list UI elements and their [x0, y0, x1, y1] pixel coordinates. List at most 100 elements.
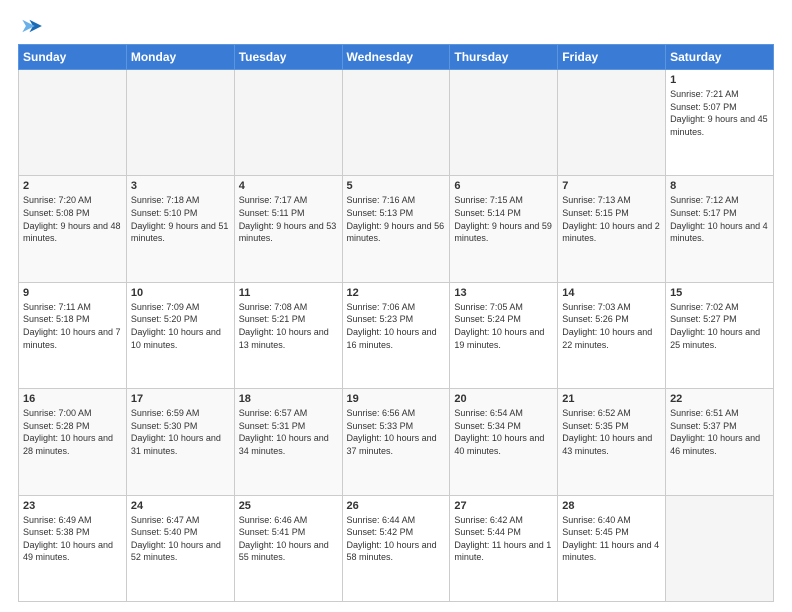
calendar-cell: 26 Sunrise: 6:44 AM Sunset: 5:42 PM Dayli…	[342, 495, 450, 601]
day-info: Sunrise: 7:02 AM Sunset: 5:27 PM Dayligh…	[670, 301, 769, 351]
calendar-cell: 6 Sunrise: 7:15 AM Sunset: 5:14 PM Daylig…	[450, 176, 558, 282]
calendar-week-3: 9 Sunrise: 7:11 AM Sunset: 5:18 PM Daylig…	[19, 282, 774, 388]
day-number: 5	[347, 180, 446, 192]
calendar-table: SundayMondayTuesdayWednesdayThursdayFrid…	[18, 44, 774, 602]
day-info: Sunrise: 7:16 AM Sunset: 5:13 PM Dayligh…	[347, 194, 446, 244]
day-number: 25	[239, 500, 338, 512]
weekday-header-wednesday: Wednesday	[342, 45, 450, 70]
day-number: 4	[239, 180, 338, 192]
day-info: Sunrise: 7:05 AM Sunset: 5:24 PM Dayligh…	[454, 301, 553, 351]
weekday-header-saturday: Saturday	[666, 45, 774, 70]
calendar-cell: 12 Sunrise: 7:06 AM Sunset: 5:23 PM Dayli…	[342, 282, 450, 388]
day-number: 10	[131, 287, 230, 299]
calendar-cell	[558, 70, 666, 176]
day-number: 12	[347, 287, 446, 299]
day-info: Sunrise: 7:21 AM Sunset: 5:07 PM Dayligh…	[670, 88, 769, 138]
calendar-week-2: 2 Sunrise: 7:20 AM Sunset: 5:08 PM Daylig…	[19, 176, 774, 282]
day-number: 27	[454, 500, 553, 512]
calendar-cell: 11 Sunrise: 7:08 AM Sunset: 5:21 PM Dayli…	[234, 282, 342, 388]
calendar-cell: 10 Sunrise: 7:09 AM Sunset: 5:20 PM Dayli…	[126, 282, 234, 388]
day-number: 18	[239, 393, 338, 405]
calendar-cell: 1 Sunrise: 7:21 AM Sunset: 5:07 PM Daylig…	[666, 70, 774, 176]
day-info: Sunrise: 6:49 AM Sunset: 5:38 PM Dayligh…	[23, 514, 122, 564]
day-info: Sunrise: 6:51 AM Sunset: 5:37 PM Dayligh…	[670, 407, 769, 457]
day-number: 2	[23, 180, 122, 192]
calendar-cell: 13 Sunrise: 7:05 AM Sunset: 5:24 PM Dayli…	[450, 282, 558, 388]
day-number: 16	[23, 393, 122, 405]
day-info: Sunrise: 6:42 AM Sunset: 5:44 PM Dayligh…	[454, 514, 553, 564]
calendar-cell	[126, 70, 234, 176]
day-info: Sunrise: 7:11 AM Sunset: 5:18 PM Dayligh…	[23, 301, 122, 351]
calendar-cell	[666, 495, 774, 601]
day-number: 6	[454, 180, 553, 192]
calendar-cell	[234, 70, 342, 176]
weekday-header-monday: Monday	[126, 45, 234, 70]
weekday-header-friday: Friday	[558, 45, 666, 70]
page: SundayMondayTuesdayWednesdayThursdayFrid…	[0, 0, 792, 612]
day-number: 19	[347, 393, 446, 405]
day-info: Sunrise: 7:13 AM Sunset: 5:15 PM Dayligh…	[562, 194, 661, 244]
day-number: 26	[347, 500, 446, 512]
day-info: Sunrise: 6:52 AM Sunset: 5:35 PM Dayligh…	[562, 407, 661, 457]
day-info: Sunrise: 7:15 AM Sunset: 5:14 PM Dayligh…	[454, 194, 553, 244]
calendar-cell: 20 Sunrise: 6:54 AM Sunset: 5:34 PM Dayli…	[450, 389, 558, 495]
day-info: Sunrise: 6:40 AM Sunset: 5:45 PM Dayligh…	[562, 514, 661, 564]
calendar-header-row: SundayMondayTuesdayWednesdayThursdayFrid…	[19, 45, 774, 70]
day-number: 3	[131, 180, 230, 192]
calendar-cell: 18Sunrise: 6:57 AM Sunset: 5:31 PM Dayli…	[234, 389, 342, 495]
day-info: Sunrise: 7:00 AM Sunset: 5:28 PM Dayligh…	[23, 407, 122, 457]
day-info: Sunrise: 7:17 AM Sunset: 5:11 PM Dayligh…	[239, 194, 338, 244]
calendar-cell: 21Sunrise: 6:52 AM Sunset: 5:35 PM Dayli…	[558, 389, 666, 495]
calendar-cell: 16 Sunrise: 7:00 AM Sunset: 5:28 PM Dayli…	[19, 389, 127, 495]
day-info: Sunrise: 7:09 AM Sunset: 5:20 PM Dayligh…	[131, 301, 230, 351]
day-number: 13	[454, 287, 553, 299]
day-info: Sunrise: 7:06 AM Sunset: 5:23 PM Dayligh…	[347, 301, 446, 351]
weekday-header-sunday: Sunday	[19, 45, 127, 70]
calendar-cell: 24Sunrise: 6:47 AM Sunset: 5:40 PM Dayli…	[126, 495, 234, 601]
calendar-cell: 25 Sunrise: 6:46 AM Sunset: 5:41 PM Dayli…	[234, 495, 342, 601]
day-info: Sunrise: 6:56 AM Sunset: 5:33 PM Dayligh…	[347, 407, 446, 457]
day-number: 17	[131, 393, 230, 405]
logo	[18, 18, 44, 34]
day-number: 9	[23, 287, 122, 299]
calendar-cell: 8Sunrise: 7:12 AM Sunset: 5:17 PM Daylig…	[666, 176, 774, 282]
day-info: Sunrise: 6:44 AM Sunset: 5:42 PM Dayligh…	[347, 514, 446, 564]
calendar-cell: 4 Sunrise: 7:17 AM Sunset: 5:11 PM Daylig…	[234, 176, 342, 282]
calendar-cell: 3 Sunrise: 7:18 AM Sunset: 5:10 PM Daylig…	[126, 176, 234, 282]
day-number: 15	[670, 287, 769, 299]
calendar-week-1: 1 Sunrise: 7:21 AM Sunset: 5:07 PM Daylig…	[19, 70, 774, 176]
weekday-header-tuesday: Tuesday	[234, 45, 342, 70]
day-number: 11	[239, 287, 338, 299]
header	[18, 18, 774, 34]
calendar-cell: 9 Sunrise: 7:11 AM Sunset: 5:18 PM Daylig…	[19, 282, 127, 388]
weekday-header-thursday: Thursday	[450, 45, 558, 70]
day-info: Sunrise: 7:12 AM Sunset: 5:17 PM Dayligh…	[670, 194, 769, 244]
day-info: Sunrise: 6:54 AM Sunset: 5:34 PM Dayligh…	[454, 407, 553, 457]
calendar-cell: 17 Sunrise: 6:59 AM Sunset: 5:30 PM Dayli…	[126, 389, 234, 495]
calendar-cell: 15 Sunrise: 7:02 AM Sunset: 5:27 PM Dayli…	[666, 282, 774, 388]
day-info: Sunrise: 6:46 AM Sunset: 5:41 PM Dayligh…	[239, 514, 338, 564]
calendar-cell: 7 Sunrise: 7:13 AM Sunset: 5:15 PM Daylig…	[558, 176, 666, 282]
day-number: 7	[562, 180, 661, 192]
day-info: Sunrise: 7:03 AM Sunset: 5:26 PM Dayligh…	[562, 301, 661, 351]
day-info: Sunrise: 7:20 AM Sunset: 5:08 PM Dayligh…	[23, 194, 122, 244]
calendar-cell: 27 Sunrise: 6:42 AM Sunset: 5:44 PM Dayli…	[450, 495, 558, 601]
calendar-cell	[450, 70, 558, 176]
calendar-cell: 28 Sunrise: 6:40 AM Sunset: 5:45 PM Dayli…	[558, 495, 666, 601]
calendar-cell: 5 Sunrise: 7:16 AM Sunset: 5:13 PM Daylig…	[342, 176, 450, 282]
calendar-cell: 2 Sunrise: 7:20 AM Sunset: 5:08 PM Daylig…	[19, 176, 127, 282]
day-number: 14	[562, 287, 661, 299]
calendar-week-4: 16 Sunrise: 7:00 AM Sunset: 5:28 PM Dayli…	[19, 389, 774, 495]
day-info: Sunrise: 6:59 AM Sunset: 5:30 PM Dayligh…	[131, 407, 230, 457]
day-info: Sunrise: 7:08 AM Sunset: 5:21 PM Dayligh…	[239, 301, 338, 351]
calendar-cell: 22Sunrise: 6:51 AM Sunset: 5:37 PM Dayli…	[666, 389, 774, 495]
calendar-week-5: 23Sunrise: 6:49 AM Sunset: 5:38 PM Dayli…	[19, 495, 774, 601]
day-number: 1	[670, 74, 769, 86]
calendar-cell: 19 Sunrise: 6:56 AM Sunset: 5:33 PM Dayli…	[342, 389, 450, 495]
day-info: Sunrise: 7:18 AM Sunset: 5:10 PM Dayligh…	[131, 194, 230, 244]
calendar-cell: 23Sunrise: 6:49 AM Sunset: 5:38 PM Dayli…	[19, 495, 127, 601]
logo-icon	[22, 18, 44, 34]
day-number: 20	[454, 393, 553, 405]
day-number: 28	[562, 500, 661, 512]
day-number: 24	[131, 500, 230, 512]
